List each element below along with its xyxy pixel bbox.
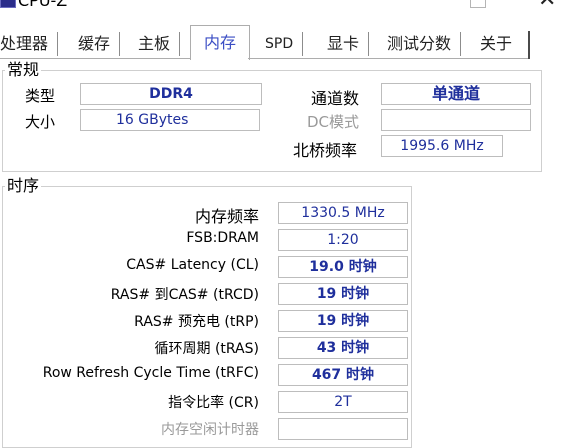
type-value: DDR4 [80, 83, 262, 105]
dc-mode-label: DC模式 [307, 113, 360, 131]
tab-strip-end [528, 31, 530, 59]
title-bar: CPU-Z ✕ [0, 0, 579, 22]
timing-label-idle-timer: 内存空闲计时器 [161, 422, 259, 438]
cpuz-app-icon [0, 0, 16, 8]
size-label: 大小 [25, 113, 56, 131]
close-button[interactable]: ✕ [538, 0, 556, 11]
general-group: 常规 类型 DDR4 大小 16 GBytes 通道数 单通道 DC模式 北桥频… [2, 60, 542, 172]
timing-value-trp: 19 时钟 [278, 310, 408, 332]
tab-about[interactable]: 关于 [480, 30, 512, 58]
tab-mainboard[interactable]: 主板 [138, 30, 181, 58]
tab-divider-right [248, 58, 530, 59]
nb-freq-label: 北桥频率 [293, 141, 358, 160]
tab-memory[interactable]: 内存 [190, 25, 250, 60]
timings-legend: 时序 [5, 176, 42, 196]
tab-divider-left [0, 58, 190, 59]
timing-label-dram-freq: 内存频率 [194, 207, 259, 226]
channels-label: 通道数 [311, 89, 360, 108]
maximize-button[interactable] [470, 0, 486, 8]
tab-strip: 处理器 缓存 主板 内存 SPD 显卡 测试分数 关于 [0, 25, 579, 60]
timing-label-cr: 指令比率 (CR) [168, 395, 259, 411]
nb-freq-value: 1995.6 MHz [381, 135, 503, 157]
tab-spd[interactable]: SPD [265, 30, 304, 58]
timing-label-trfc: Row Refresh Cycle Time (tRFC) [42, 365, 259, 381]
tab-processor[interactable]: 处理器 [0, 30, 59, 58]
timing-label-fsb-dram: FSB:DRAM [186, 230, 259, 246]
type-label: 类型 [25, 87, 56, 105]
channels-value: 单通道 [381, 83, 531, 105]
timing-label-tras: 循环周期 (tRAS) [154, 341, 260, 357]
dc-mode-value [381, 109, 531, 131]
timing-label-trcd: RAS# 到CAS# (tRCD) [110, 287, 259, 303]
timing-value-fsb-dram: 1:20 [278, 229, 408, 251]
timing-label-trp: RAS# 预充电 (tRP) [134, 314, 259, 330]
timing-value-idle-timer [278, 418, 408, 440]
timing-value-cl: 19.0 时钟 [278, 256, 408, 278]
tab-graphics[interactable]: 显卡 [327, 30, 370, 58]
timing-value-cr: 2T [278, 391, 408, 413]
window-title: CPU-Z [18, 0, 68, 10]
timing-value-trcd: 19 时钟 [278, 283, 408, 305]
tab-cache[interactable]: 缓存 [78, 30, 121, 58]
tab-bench[interactable]: 测试分数 [387, 30, 462, 58]
timing-value-dram-freq: 1330.5 MHz [278, 202, 408, 224]
general-legend: 常规 [5, 60, 42, 80]
size-value: 16 GBytes [80, 109, 260, 131]
timings-group: 时序 内存频率 1330.5 MHz FSB:DRAM 1:20 CAS# La… [2, 176, 412, 448]
timing-label-cl: CAS# Latency (CL) [126, 257, 259, 273]
timing-value-tras: 43 时钟 [278, 337, 408, 359]
timing-value-trfc: 467 时钟 [278, 364, 408, 386]
